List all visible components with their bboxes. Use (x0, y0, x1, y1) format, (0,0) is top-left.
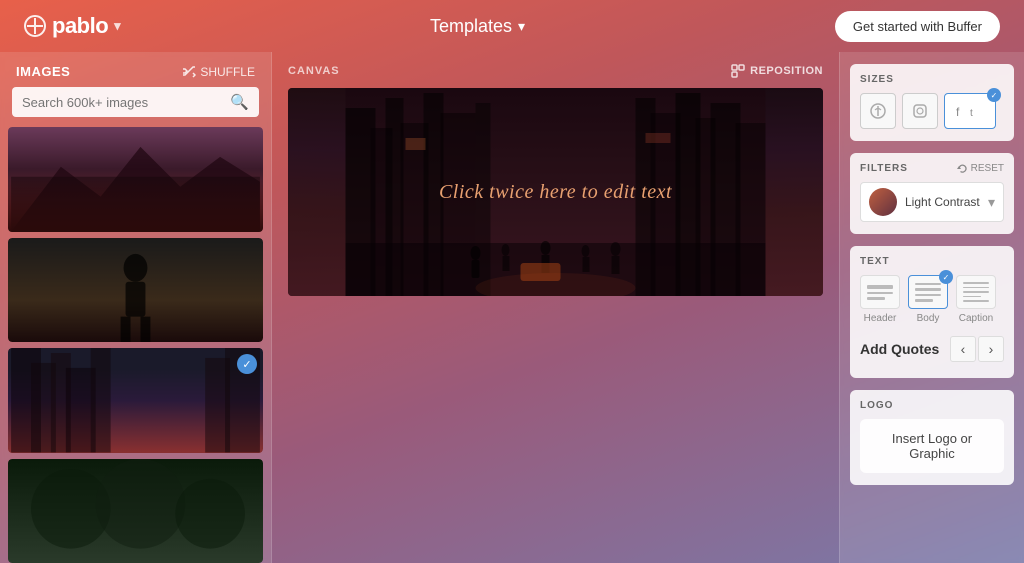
canvas-area[interactable]: Click twice here to edit text (288, 88, 823, 296)
filters-header: FILTERS RESET (860, 163, 1004, 174)
logo-section: LOGO Insert Logo or Graphic (850, 390, 1014, 485)
text-section: TEXT Header ✓ (850, 246, 1014, 378)
active-filter-label: Light Contrast (905, 195, 980, 209)
quotes-next-button[interactable]: › (978, 336, 1004, 362)
list-item[interactable] (8, 459, 263, 563)
shuffle-icon (182, 65, 196, 79)
logo-insert-label: Insert Logo or Graphic (872, 431, 992, 461)
sizes-title: SIZES (860, 74, 1004, 85)
left-panel: IMAGES SHUFFLE 🔍 (0, 52, 272, 563)
nav-cta: Get started with Buffer (835, 11, 1000, 42)
text-body-option[interactable]: ✓ Body (908, 275, 948, 324)
list-item[interactable] (8, 127, 263, 232)
add-quotes-row: Add Quotes ‹ › (860, 332, 1004, 366)
image-thumbnail-4 (8, 459, 263, 563)
center-panel: CANVAS REPOSITION (272, 52, 839, 563)
forest-scene (8, 459, 263, 563)
canvas-header: CANVAS REPOSITION (288, 64, 823, 78)
list-item[interactable] (8, 238, 263, 343)
header-lines (867, 285, 893, 300)
image-thumbnail-3 (8, 348, 263, 453)
text-body-box: ✓ (908, 275, 948, 309)
logo-title: LOGO (860, 400, 1004, 411)
image-list: ✓ (0, 127, 271, 563)
images-label: IMAGES (16, 64, 70, 79)
svg-text:t: t (970, 108, 973, 119)
get-started-button[interactable]: Get started with Buffer (835, 11, 1000, 42)
text-title: TEXT (860, 256, 1004, 267)
list-item[interactable]: ✓ (8, 348, 263, 453)
reset-label: RESET (971, 163, 1004, 174)
image-thumbnail-2 (8, 238, 263, 343)
right-panel: SIZES ✓ (839, 52, 1024, 563)
shuffle-label: SHUFFLE (200, 65, 255, 79)
filters-section: FILTERS RESET Light Contrast ▾ (850, 153, 1014, 234)
quotes-navigation: ‹ › (950, 336, 1004, 362)
text-caption-label: Caption (959, 313, 993, 324)
svg-text:f: f (956, 105, 960, 119)
sizes-grid: ✓ f t (860, 93, 1004, 129)
reposition-label: REPOSITION (750, 65, 823, 77)
pablo-logo-icon (24, 15, 46, 37)
canvas-label: CANVAS (288, 65, 340, 77)
templates-label: Templates (430, 16, 512, 37)
reposition-button[interactable]: REPOSITION (731, 64, 823, 78)
text-header-label: Header (864, 313, 897, 324)
reposition-icon (731, 64, 745, 78)
text-header-option[interactable]: Header (860, 275, 900, 324)
top-nav: pablo ▾ Templates ▾ Get started with Buf… (0, 0, 1024, 52)
reset-button[interactable]: RESET (957, 163, 1004, 174)
templates-chevron-icon: ▾ (518, 18, 525, 35)
caption-lines (963, 282, 989, 302)
body-lines (915, 283, 941, 302)
selected-badge: ✓ (237, 354, 257, 374)
person-silhouette (8, 238, 263, 343)
templates-menu[interactable]: Templates ▾ (430, 16, 525, 37)
reset-icon (957, 163, 968, 174)
size-instagram-button[interactable] (902, 93, 938, 129)
search-bar: 🔍 (12, 87, 259, 117)
size-facebook-twitter-button[interactable]: ✓ f t (944, 93, 996, 129)
left-panel-header: IMAGES SHUFFLE (0, 52, 271, 87)
size-active-check: ✓ (987, 88, 1001, 102)
filter-dropdown[interactable]: Light Contrast ▾ (860, 182, 1004, 222)
search-input[interactable] (22, 95, 224, 110)
filter-preview-swatch (869, 188, 897, 216)
canvas-edit-text[interactable]: Click twice here to edit text (439, 181, 672, 204)
size-pinterest-button[interactable] (860, 93, 896, 129)
city-scene-thumb (8, 348, 263, 453)
text-options: Header ✓ Body (860, 275, 1004, 324)
logo-chevron-icon: ▾ (114, 18, 120, 34)
instagram-icon (912, 103, 928, 119)
text-caption-box (956, 275, 996, 309)
filter-chevron-icon: ▾ (988, 194, 995, 211)
pinterest-icon (870, 103, 886, 119)
main-layout: IMAGES SHUFFLE 🔍 (0, 52, 1024, 563)
logo-text: pablo (52, 13, 108, 39)
text-header-box (860, 275, 900, 309)
image-thumbnail-1 (8, 127, 263, 232)
add-quotes-label: Add Quotes (860, 341, 939, 357)
text-active-check: ✓ (939, 270, 953, 284)
logo[interactable]: pablo ▾ (24, 13, 120, 39)
mountain-scene (8, 127, 263, 232)
logo-insert-button[interactable]: Insert Logo or Graphic (860, 419, 1004, 473)
search-icon: 🔍 (230, 93, 249, 111)
text-body-label: Body (917, 313, 940, 324)
text-caption-option[interactable]: Caption (956, 275, 996, 324)
sizes-section: SIZES ✓ (850, 64, 1014, 141)
quotes-prev-button[interactable]: ‹ (950, 336, 976, 362)
shuffle-button[interactable]: SHUFFLE (182, 65, 255, 79)
filters-title: FILTERS (860, 163, 908, 174)
facebook-twitter-icon: f t (956, 103, 984, 119)
